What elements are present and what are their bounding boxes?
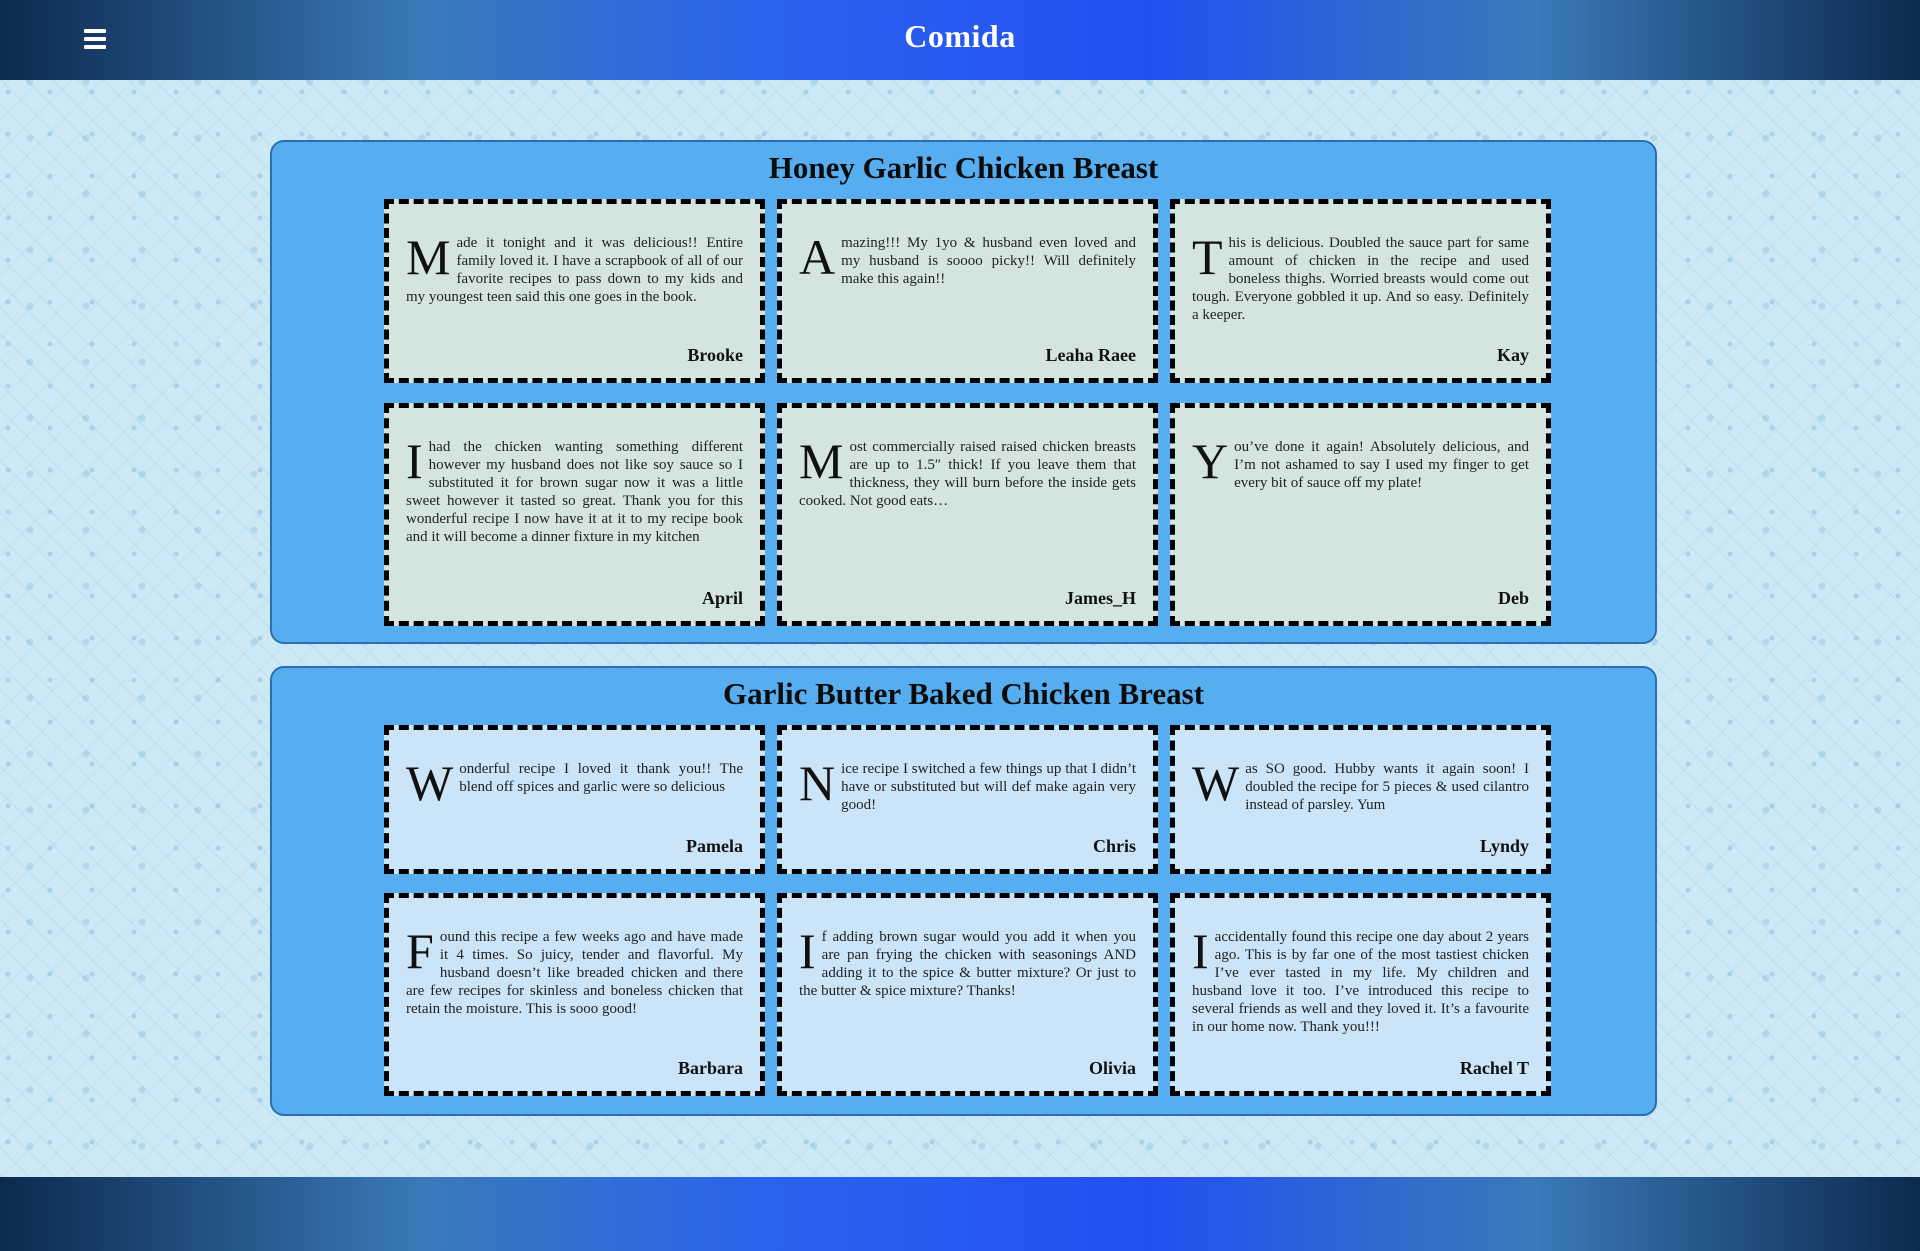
review-text: This is delicious. Doubled the sauce par… [1192,229,1529,323]
review-text: Was SO good. Hubby wants it again soon! … [1192,755,1529,813]
review-card: Found this recipe a few weeks ago and ha… [384,893,765,1096]
review-text: I accidentally found this recipe one day… [1192,923,1529,1035]
review-author: Rachel T [1459,1058,1529,1078]
review-text: Nice recipe I switched a few things up t… [799,755,1136,813]
review-dropcap: W [406,755,454,811]
review-dropcap: I [1192,923,1209,979]
review-dropcap: N [799,755,836,811]
review-author: Lyndy [1479,836,1529,856]
review-card: Nice recipe I switched a few things up t… [777,725,1158,874]
review-card: If adding brown sugar would you add it w… [777,893,1158,1096]
review-card: Amazing!!! My 1yo & husband even loved a… [777,199,1158,383]
top-navigation-bar: Comida [0,0,1920,80]
review-card: This is delicious. Doubled the sauce par… [1170,199,1551,383]
recipe-title: Honey Garlic Chicken Breast [768,150,1159,185]
review-author: Chris [1092,836,1136,856]
review-text: Most commercially raised raised chicken … [799,433,1136,509]
review-text: If adding brown sugar would you add it w… [799,923,1136,999]
recipe-section-garlic-butter: Garlic Butter Baked Chicken Breast Wonde… [270,666,1657,1116]
review-dropcap: I [406,433,423,489]
review-text: Found this recipe a few weeks ago and ha… [406,923,743,1017]
review-card: Most commercially raised raised chicken … [777,403,1158,626]
review-card: Made it tonight and it was delicious!! E… [384,199,765,383]
review-card: You’ve done it again! Absolutely delicio… [1170,403,1551,626]
review-author: Leaha Raee [1045,345,1136,365]
review-author: Pamela [686,836,743,856]
recipe-title: Garlic Butter Baked Chicken Breast [722,676,1205,711]
review-dropcap: M [406,229,451,285]
review-card: Wonderful recipe I loved it thank you!! … [384,725,765,874]
review-dropcap: F [406,923,434,979]
review-author: Brooke [687,345,743,365]
review-card: Was SO good. Hubby wants it again soon! … [1170,725,1551,874]
review-card: I accidentally found this recipe one day… [1170,893,1551,1096]
review-author: April [701,588,743,608]
review-text: Amazing!!! My 1yo & husband even loved a… [799,229,1136,287]
review-dropcap: M [799,433,844,489]
review-dropcap: I [799,923,816,979]
review-dropcap: Y [1192,433,1229,489]
review-text: Ihad the chicken wanting something diffe… [406,433,743,545]
review-dropcap: W [1192,755,1240,811]
review-author: Olivia [1088,1058,1136,1078]
page-footer [0,1177,1920,1251]
site-title[interactable]: Comida [0,18,1920,55]
review-dropcap: A [799,229,836,285]
review-text: You’ve done it again! Absolutely delicio… [1192,433,1529,491]
review-author: James_H [1065,588,1136,608]
review-author: Kay [1496,345,1529,365]
review-card: Ihad the chicken wanting something diffe… [384,403,765,626]
review-author: Deb [1498,588,1529,608]
review-text: Wonderful recipe I loved it thank you!! … [406,755,743,811]
review-dropcap: T [1192,229,1223,285]
recipe-section-honey-garlic: Honey Garlic Chicken Breast Made it toni… [270,140,1657,644]
review-text: Made it tonight and it was delicious!! E… [406,229,743,305]
review-author: Barbara [678,1058,743,1078]
